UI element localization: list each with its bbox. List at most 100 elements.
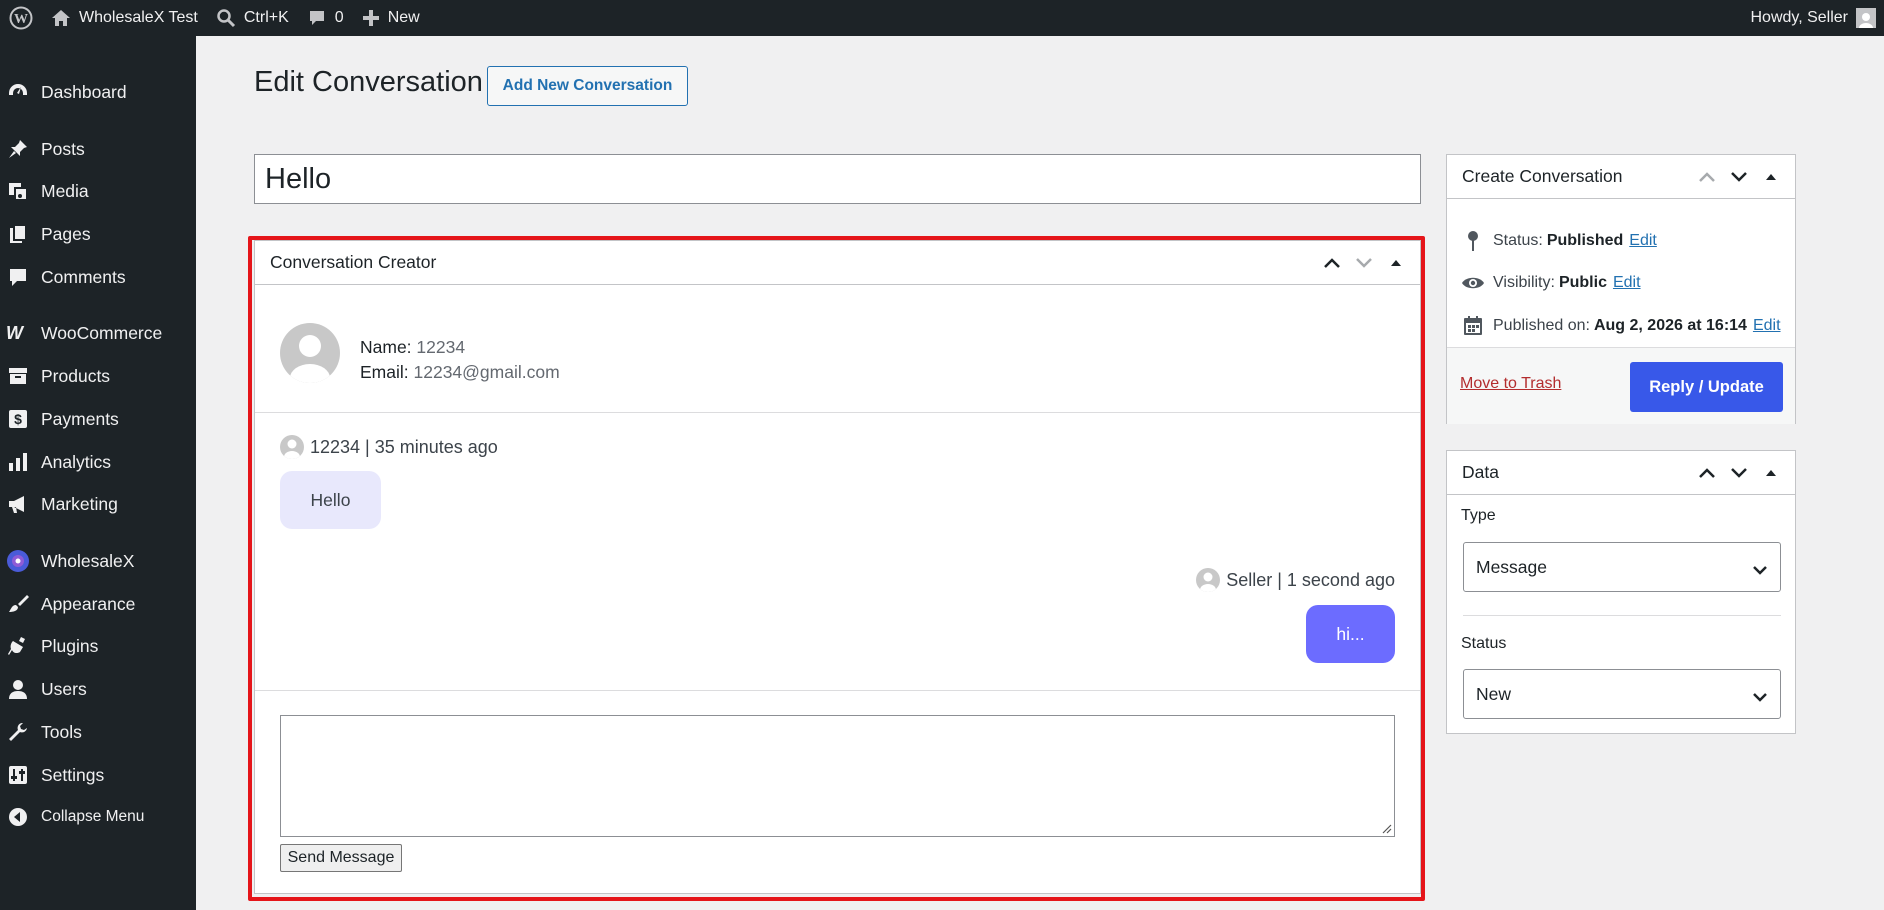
sidebar-item-marketing[interactable]: Marketing: [0, 484, 196, 524]
creator-avatar: [280, 323, 340, 383]
published-edit-link[interactable]: Edit: [1753, 317, 1781, 335]
new-content-link[interactable]: New: [353, 0, 429, 36]
pushpin-icon: [6, 137, 30, 161]
eye-icon: [1461, 271, 1485, 295]
reply-textarea[interactable]: [280, 715, 1395, 837]
status-field-label: Status: [1461, 635, 1507, 652]
wordpress-logo-icon[interactable]: W: [0, 0, 42, 36]
sidebar-item-settings[interactable]: Settings: [0, 755, 196, 795]
name-label: Name:: [360, 337, 412, 357]
visibility-edit-link[interactable]: Edit: [1613, 274, 1641, 292]
woocommerce-icon: W: [6, 321, 30, 345]
move-up-icon[interactable]: [1691, 457, 1723, 489]
sidebar-item-label: Settings: [41, 764, 105, 785]
move-down-icon[interactable]: [1723, 161, 1755, 193]
message-meta-text: 12234 | 35 minutes ago: [310, 436, 498, 457]
sidebar-item-products[interactable]: Products: [0, 356, 196, 396]
sidebar-item-comments[interactable]: Comments: [0, 257, 196, 297]
conversation-box-header: Conversation Creator: [255, 241, 1420, 285]
resize-handle-icon[interactable]: [1382, 824, 1392, 834]
sidebar-item-appearance[interactable]: Appearance: [0, 584, 196, 624]
published-on-row: Published on: Aug 2, 2026 at 16:14 Edit: [1461, 314, 1781, 338]
collapse-arrow-icon: [6, 805, 30, 829]
comments-link[interactable]: 0: [298, 0, 353, 36]
avatar: [1196, 568, 1221, 592]
sidebar-item-plugins[interactable]: Plugins: [0, 626, 196, 666]
sidebar-item-analytics[interactable]: Analytics: [0, 442, 196, 482]
sidebar-item-media[interactable]: Media: [0, 171, 196, 211]
sidebar-item-label: Marketing: [41, 493, 118, 514]
sidebar-item-label: Tools: [41, 721, 82, 742]
svg-text:W: W: [6, 323, 25, 343]
visibility-value: Public: [1558, 274, 1607, 291]
wholesalex-logo-icon: [6, 549, 30, 573]
sidebar-item-pages[interactable]: Pages: [0, 214, 196, 254]
status-edit-link[interactable]: Edit: [1629, 232, 1657, 250]
comments-count: 0: [334, 9, 344, 26]
my-account-link[interactable]: Howdy, Seller: [1741, 0, 1884, 36]
site-name-link[interactable]: WholesaleX Test: [42, 0, 207, 36]
sidebar-item-tools[interactable]: Tools: [0, 712, 196, 752]
megaphone-icon: [6, 492, 30, 516]
search-icon: [216, 8, 236, 28]
dashboard-icon: [6, 80, 30, 104]
archive-box-icon: [6, 364, 30, 388]
reply-update-button[interactable]: Reply / Update: [1630, 362, 1783, 412]
sidebar-item-label: Plugins: [41, 635, 99, 656]
collapse-toggle-icon[interactable]: [1755, 457, 1787, 489]
sidebar-item-label: Appearance: [41, 593, 136, 614]
chevron-down-icon: [1752, 687, 1768, 708]
post-title-input[interactable]: Hello: [254, 154, 1421, 204]
move-up-icon[interactable]: [1691, 161, 1723, 193]
calendar-icon: [1461, 314, 1485, 338]
visibility-row: Visibility: Public Edit: [1461, 271, 1641, 295]
create-box-header: Create Conversation: [1447, 155, 1795, 199]
status-selected-value: New: [1476, 683, 1512, 704]
sidebar-item-posts[interactable]: Posts: [0, 129, 196, 169]
move-down-icon[interactable]: [1723, 457, 1755, 489]
creator-details: Name: 12234 Email: 12234@gmail.com: [360, 335, 560, 385]
published-value: Aug 2, 2026 at 16:14: [1593, 317, 1747, 334]
sidebar-item-woocommerce[interactable]: W WooCommerce: [0, 313, 196, 353]
message-meta: Seller | 1 second ago: [1196, 568, 1395, 592]
sidebar-item-label: Pages: [41, 223, 91, 244]
collapse-toggle-icon[interactable]: [1755, 161, 1787, 193]
sidebar-item-label: Analytics: [41, 451, 112, 472]
major-publishing-actions: Move to Trash Reply / Update: [1447, 347, 1795, 424]
collapse-toggle-icon[interactable]: [1380, 247, 1412, 279]
type-select[interactable]: Message: [1463, 542, 1781, 592]
sidebar-item-label: Media: [41, 180, 89, 201]
add-new-conversation-button[interactable]: Add New Conversation: [487, 66, 688, 106]
move-to-trash-link[interactable]: Move to Trash: [1460, 375, 1561, 393]
page-title: Edit Conversation: [254, 66, 483, 98]
chevron-down-icon: [1752, 560, 1768, 581]
type-selected-value: Message: [1476, 556, 1548, 577]
settings-sliders-icon: [6, 763, 30, 787]
site-name-label: WholesaleX Test: [79, 9, 198, 26]
sidebar-collapse-menu[interactable]: Collapse Menu: [0, 797, 196, 837]
sidebar-item-users[interactable]: Users: [0, 669, 196, 709]
sidebar-item-wholesalex[interactable]: WholesaleX: [0, 541, 196, 581]
search-shortcut-label: Ctrl+K: [243, 9, 289, 26]
sidebar-item-label: Posts: [41, 138, 85, 159]
send-message-button[interactable]: Send Message: [280, 844, 402, 872]
sidebar-item-label: WholesaleX: [41, 550, 135, 571]
command-palette-button[interactable]: Ctrl+K: [207, 0, 298, 36]
sidebar-item-dashboard[interactable]: Dashboard: [0, 72, 196, 112]
status-label: Status:: [1493, 232, 1543, 249]
conversation-box-title: Conversation Creator: [270, 252, 437, 272]
status-select[interactable]: New: [1463, 669, 1781, 719]
wrench-icon: [6, 720, 30, 744]
sidebar-item-label: Comments: [41, 266, 126, 287]
name-value: 12234: [416, 337, 466, 357]
data-box-title: Data: [1462, 462, 1499, 482]
sidebar-item-label: Users: [41, 678, 87, 699]
comment-bubble-icon: [307, 8, 327, 28]
move-down-icon[interactable]: [1348, 247, 1380, 279]
dollar-icon: $: [6, 407, 30, 431]
conversation-creator-box: Conversation Creator Name: 12234 Email: …: [254, 240, 1421, 894]
move-up-icon[interactable]: [1316, 247, 1348, 279]
sidebar-item-payments[interactable]: $ Payments: [0, 399, 196, 439]
sidebar-item-label: Payments: [41, 408, 119, 429]
create-conversation-box: Create Conversation Status: Published Ed…: [1446, 154, 1796, 424]
